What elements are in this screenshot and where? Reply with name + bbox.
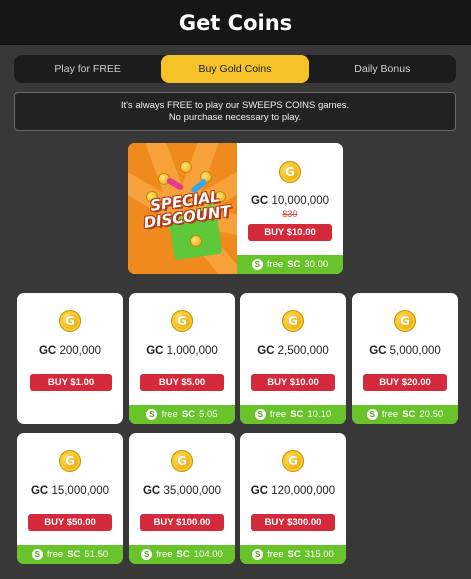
featured-offer-card: SPECIAL DISCOUNT G GC 10,000,000 $30 BUY… [128, 143, 343, 274]
tab-play-for-free[interactable]: Play for FREE [14, 55, 161, 83]
free-sc-bonus: S free SC 20.50 [352, 405, 458, 424]
featured-offer-info: G GC 10,000,000 $30 BUY $10.00 S free SC 3… [237, 143, 343, 274]
free-sc-bonus: S free SC 51.50 [17, 545, 123, 564]
gc-amount: GC 15,000,000 [30, 485, 109, 497]
tab-bar: Play for FREE Buy Gold Coins Daily Bonus [14, 55, 456, 83]
notice-line-1: It's always FREE to play our SWEEPS COIN… [120, 99, 350, 111]
gold-coin-icon: G [59, 310, 81, 332]
sweeps-coin-icon: S [31, 549, 43, 560]
free-sc-bonus: S free SC 315.00 [240, 545, 346, 564]
header-bar: Get Coins [0, 0, 471, 45]
coin-package-card: G GC 5,000,000 BUY $20.00 S free SC 20.50 [352, 293, 458, 424]
buy-button[interactable]: BUY $300.00 [251, 514, 335, 531]
coin-package-card: G GC 35,000,000 BUY $100.00 S free SC 104.… [129, 433, 235, 564]
gc-amount: GC 120,000,000 [250, 485, 336, 497]
page-title: Get Coins [178, 10, 293, 35]
gc-amount: GC 35,000,000 [142, 485, 221, 497]
free-sc-bonus: S free SC 104.00 [129, 545, 235, 564]
tab-buy-gold-coins[interactable]: Buy Gold Coins [161, 55, 309, 83]
gc-amount: GC 200,000 [38, 345, 102, 357]
sweeps-coin-icon: S [366, 409, 378, 420]
sweeps-coin-icon: S [252, 549, 264, 560]
old-price: $30 [282, 209, 298, 219]
coin-package-card: G GC 200,000 BUY $1.00 [17, 293, 123, 424]
free-sc-bonus: S free SC 5.05 [129, 405, 235, 424]
tab-daily-bonus[interactable]: Daily Bonus [309, 55, 456, 83]
gc-amount: GC 5,000,000 [369, 345, 441, 357]
sweeps-coin-icon: S [146, 409, 158, 420]
coin-package-card: G GC 1,000,000 BUY $5.00 S free SC 5.05 [129, 293, 235, 424]
sweeps-coin-icon: S [141, 549, 153, 560]
gc-amount: GC 2,500,000 [257, 345, 329, 357]
gc-amount: GC 10,000,000 [250, 195, 329, 207]
special-discount-banner: SPECIAL DISCOUNT [128, 143, 237, 274]
buy-button[interactable]: BUY $100.00 [140, 514, 224, 531]
notice-line-2: No purchase necessary to play. [168, 111, 302, 123]
sweeps-coin-icon: S [251, 259, 263, 270]
buy-button[interactable]: BUY $10.00 [248, 224, 332, 241]
gold-coin-icon: G [282, 310, 304, 332]
free-play-notice: It's always FREE to play our SWEEPS COIN… [14, 92, 456, 131]
coin-package-card: G GC 15,000,000 BUY $50.00 S free SC 51.50 [17, 433, 123, 564]
coin-package-card: G GC 120,000,000 BUY $300.00 S free SC 315… [240, 433, 346, 564]
sweeps-coin-icon: S [254, 409, 266, 420]
gold-coin-icon: G [171, 310, 193, 332]
free-sc-bonus: S free SC 30.00 [237, 255, 343, 274]
buy-button[interactable]: BUY $5.00 [140, 374, 224, 391]
buy-button[interactable]: BUY $1.00 [30, 374, 112, 391]
buy-button[interactable]: BUY $50.00 [28, 514, 112, 531]
buy-button[interactable]: BUY $10.00 [251, 374, 335, 391]
gold-coin-icon: G [279, 161, 301, 183]
gold-coin-icon: G [394, 310, 416, 332]
buy-button[interactable]: BUY $20.00 [363, 374, 447, 391]
gold-coin-icon: G [282, 450, 304, 472]
gold-coin-icon: G [171, 450, 193, 472]
coin-package-card: G GC 2,500,000 BUY $10.00 S free SC 10.10 [240, 293, 346, 424]
free-sc-bonus: S free SC 10.10 [240, 405, 346, 424]
gold-coin-icon: G [59, 450, 81, 472]
gc-amount: GC 1,000,000 [146, 345, 218, 357]
